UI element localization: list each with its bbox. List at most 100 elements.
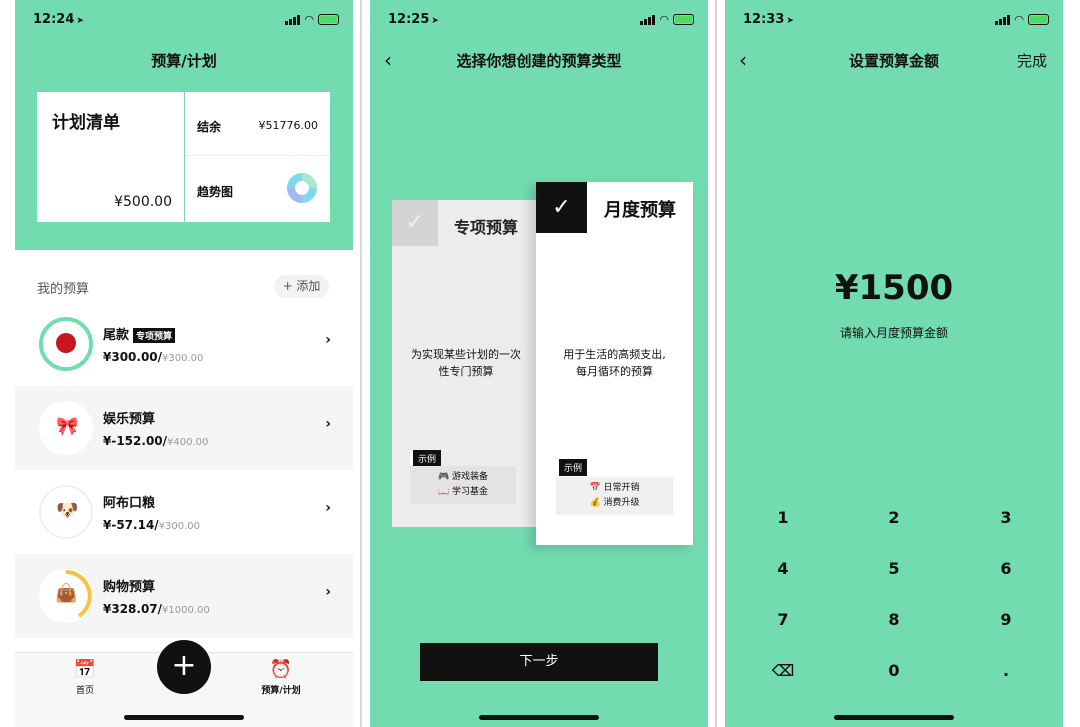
card-desc-line: 为实现某些计划的一次: [411, 348, 521, 361]
battery-icon: [1028, 14, 1049, 25]
home-indicator: [479, 715, 599, 720]
status-time: 12:24: [33, 12, 75, 27]
key-2[interactable]: 2: [839, 498, 949, 538]
add-record-button[interactable]: +: [157, 640, 211, 694]
budget-name: 娱乐预算: [103, 412, 156, 427]
home-indicator: [834, 715, 954, 720]
monthly-budget-card[interactable]: ✓ 月度预算 用于生活的高频支出, 每月循环的预算 示例 📅 日常开销 💰 消费升…: [536, 182, 693, 545]
wifi-icon: ◠: [1014, 13, 1024, 26]
chevron-right-icon: ›: [325, 332, 331, 348]
balance-row[interactable]: 结余 ¥51776.00: [185, 92, 330, 156]
key-4[interactable]: 4: [728, 549, 838, 589]
example-tag: 示例: [410, 450, 442, 467]
key-1[interactable]: 1: [728, 498, 838, 538]
handbag-icon: 👜: [55, 583, 78, 604]
next-button[interactable]: 下一步: [420, 643, 658, 681]
donut-chart-icon[interactable]: [286, 172, 318, 204]
card-desc-line: 性专门预算: [438, 365, 494, 378]
example-tag: 示例: [556, 459, 588, 476]
alarm-clock-icon: ⏰: [269, 659, 293, 680]
location-icon: ➤: [786, 16, 794, 26]
plan-list-title: 计划清单: [52, 113, 120, 133]
done-button[interactable]: 完成: [1017, 50, 1047, 71]
wifi-icon: ◠: [659, 13, 669, 26]
status-time: 12:33: [743, 12, 785, 27]
budget-item[interactable]: 👜 购物预算 ¥328.07/¥1000.00 ›: [15, 554, 353, 638]
backspace-icon[interactable]: ⌫: [728, 651, 838, 691]
tab-home-label: 首页: [75, 686, 94, 696]
dog-icon: 🐶: [56, 500, 79, 521]
card-desc-line: 每月循环的预算: [576, 365, 653, 378]
card-desc-line: 用于生活的高频支出,: [563, 348, 666, 361]
page-title: 设置预算金额: [848, 52, 939, 70]
location-icon: ➤: [76, 16, 84, 26]
wifi-icon: ◠: [304, 13, 314, 26]
plan-list-value: ¥500.00: [114, 194, 172, 210]
budget-name: 尾款: [103, 328, 130, 343]
budget-limit: ¥1000.00: [162, 605, 210, 616]
page-title: 选择你想创建的预算类型: [456, 52, 622, 70]
card-title: 专项预算: [454, 218, 519, 237]
special-budget-tag: 专项预算: [133, 328, 176, 343]
key-decimal[interactable]: .: [951, 651, 1061, 691]
divider: [715, 0, 717, 727]
set-amount-screen: 12:33 ➤ ◠ ‹ 设置预算金额 完成 ¥1500 请输入月度预算金额 1 2…: [725, 0, 1063, 727]
key-7[interactable]: 7: [728, 600, 838, 640]
budget-amount: ¥-57.14/: [103, 518, 159, 532]
tab-budget[interactable]: ⏰ 预算/计划: [251, 659, 311, 696]
example-item: 💰 消费升级: [589, 498, 640, 508]
amount-display: ¥1500: [834, 268, 954, 308]
status-bar: 12:24 ➤ ◠: [15, 0, 353, 40]
key-9[interactable]: 9: [951, 600, 1061, 640]
budget-amount: ¥328.07/: [103, 602, 163, 616]
example-item: 🎮 游戏装备: [437, 472, 489, 482]
chevron-right-icon: ›: [325, 416, 331, 432]
signal-icon: [995, 14, 1011, 25]
chevron-right-icon: ›: [325, 584, 331, 600]
key-3[interactable]: 3: [951, 498, 1061, 538]
amount-hint: 请输入月度预算金额: [839, 326, 948, 340]
add-budget-button[interactable]: + 添加: [274, 275, 329, 298]
budget-name: 阿布口粮: [103, 496, 156, 511]
battery-icon: [673, 14, 694, 25]
tab-budget-label: 预算/计划: [261, 686, 301, 696]
key-0[interactable]: 0: [839, 651, 949, 691]
battery-icon: [318, 14, 339, 25]
status-time: 12:25: [388, 12, 430, 27]
plan-list-card[interactable]: 计划清单 ¥500.00: [37, 92, 184, 222]
example-box: 📅 日常开销 💰 消费升级: [556, 477, 673, 515]
trend-label[interactable]: 趋势图: [197, 183, 233, 200]
key-8[interactable]: 8: [839, 600, 949, 640]
budget-item[interactable]: 尾款 专项预算 ¥300.00/¥300.00 ›: [15, 302, 353, 386]
card-title: 月度预算: [604, 200, 676, 221]
example-item: 📅 日常开销: [589, 483, 640, 493]
page-title: 预算/计划: [151, 52, 217, 70]
budget-limit: ¥400.00: [167, 437, 209, 448]
example-box: 🎮 游戏装备 📖 学习基金: [410, 466, 516, 504]
example-item: 📖 学习基金: [437, 487, 489, 497]
status-bar: 12:33 ➤ ◠: [725, 0, 1063, 40]
status-bar: 12:25 ➤ ◠: [370, 0, 708, 40]
balance-label: 结余: [197, 120, 222, 134]
check-icon: ✓: [392, 200, 438, 246]
calendar-icon: 📅: [73, 659, 97, 680]
budget-name: 购物预算: [103, 580, 156, 595]
summary-card: 结余 ¥51776.00 趋势图: [184, 92, 330, 222]
balance-value: ¥51776.00: [258, 119, 319, 132]
budget-item[interactable]: 🐶 阿布口粮 ¥-57.14/¥300.00 ›: [15, 470, 353, 554]
budget-limit: ¥300.00: [158, 521, 201, 532]
home-indicator: [124, 715, 244, 720]
check-icon: ✓: [536, 182, 587, 233]
key-6[interactable]: 6: [951, 549, 1061, 589]
budget-type-screen: 12:25 ➤ ◠ ‹ 选择你想创建的预算类型 ✓ 专项预算 为实现某些计划的一次…: [370, 0, 708, 727]
budget-amount: ¥-152.00/: [103, 434, 168, 448]
red-circle-icon: [56, 333, 76, 353]
budget-item[interactable]: 🎀 娱乐预算 ¥-152.00/¥400.00 ›: [15, 386, 353, 470]
special-budget-card[interactable]: ✓ 专项预算 为实现某些计划的一次 性专门预算 示例 🎮 游戏装备 📖 学习基金: [392, 200, 540, 527]
my-budget-label: 我的预算: [37, 282, 90, 297]
budget-limit: ¥300.00: [162, 353, 204, 364]
tab-home[interactable]: 📅 首页: [55, 659, 115, 696]
divider: [360, 0, 362, 727]
budget-amount: ¥300.00/: [103, 350, 163, 364]
key-5[interactable]: 5: [839, 549, 949, 589]
